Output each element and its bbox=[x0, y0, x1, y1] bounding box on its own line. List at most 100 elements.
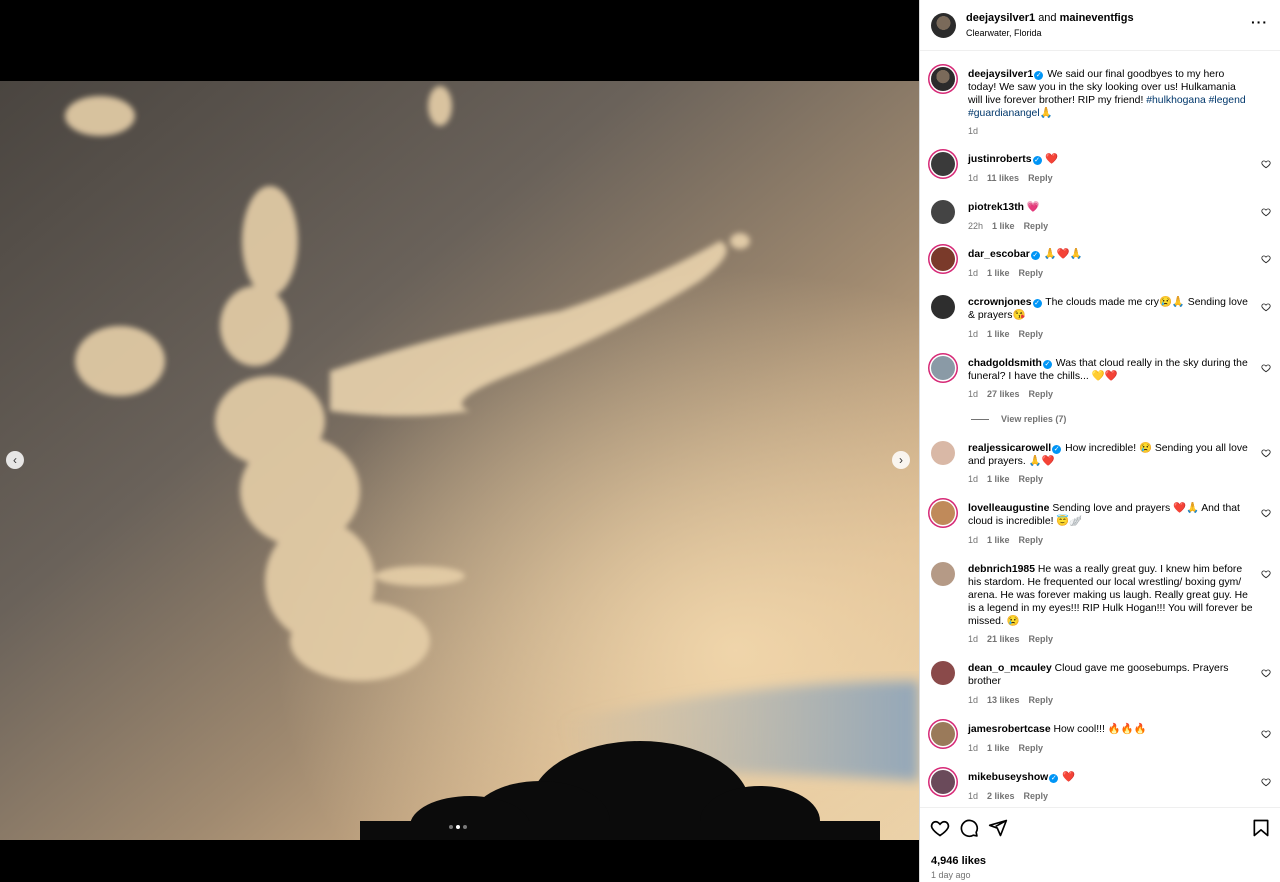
comment: dar_escobar ✓ 🙏❤️🙏 bbox=[968, 248, 1253, 261]
avatar[interactable] bbox=[931, 200, 955, 224]
hashtag-link[interactable]: #guardianangel bbox=[968, 108, 1040, 119]
comment-likes[interactable]: 1 like bbox=[987, 743, 1010, 753]
comment: justinroberts ✓ ❤️ bbox=[968, 153, 1253, 166]
comment-username[interactable]: ccrownjones bbox=[968, 297, 1032, 308]
bookmark-icon[interactable] bbox=[1251, 818, 1271, 838]
comment-username[interactable]: justinroberts bbox=[968, 154, 1032, 165]
comment-likes[interactable]: 1 like bbox=[992, 221, 1015, 231]
cloud-sky-image bbox=[0, 81, 919, 840]
heart-icon[interactable] bbox=[930, 818, 950, 838]
author-avatar[interactable] bbox=[931, 13, 956, 38]
comment-time: 1d bbox=[968, 329, 979, 339]
comment-username[interactable]: mikebuseyshow bbox=[968, 772, 1048, 783]
avatar[interactable] bbox=[931, 67, 955, 91]
reply-button[interactable]: Reply bbox=[1019, 474, 1044, 484]
author-username[interactable]: deejaysilver1 bbox=[966, 12, 1035, 24]
carousel-dot bbox=[449, 825, 453, 829]
comment: lovelleaugustine Sending love and prayer… bbox=[968, 502, 1253, 528]
comment-username[interactable]: debnrich1985 bbox=[968, 564, 1035, 575]
authors-joiner: and bbox=[1038, 12, 1057, 24]
caption-username[interactable]: deejaysilver1 bbox=[968, 69, 1033, 80]
avatar[interactable] bbox=[931, 661, 955, 685]
heart-icon[interactable] bbox=[1261, 777, 1271, 787]
avatar[interactable] bbox=[931, 770, 955, 794]
reply-button[interactable]: Reply bbox=[1019, 743, 1044, 753]
view-replies-button[interactable]: View replies (7) bbox=[968, 414, 1066, 424]
comment-username[interactable]: jamesrobertcase bbox=[968, 724, 1051, 735]
comment-likes[interactable]: 2 likes bbox=[987, 791, 1015, 801]
comment-username[interactable]: chadgoldsmith bbox=[968, 358, 1042, 369]
avatar[interactable] bbox=[931, 247, 955, 271]
comment-likes[interactable]: 27 likes bbox=[987, 389, 1020, 399]
coauthor-username[interactable]: maineventfigs bbox=[1060, 12, 1134, 24]
reply-button[interactable]: Reply bbox=[1019, 535, 1044, 545]
comment-username[interactable]: dean_o_mcauley bbox=[968, 663, 1052, 674]
comment-username[interactable]: dar_escobar bbox=[968, 249, 1030, 260]
heart-icon[interactable] bbox=[1261, 729, 1271, 739]
carousel-next-button[interactable]: › bbox=[892, 451, 910, 469]
comment: chadgoldsmith ✓ Was that cloud really in … bbox=[968, 357, 1253, 383]
comment-username[interactable]: lovelleaugustine bbox=[968, 503, 1049, 514]
more-options-button[interactable]: ··· bbox=[1251, 14, 1268, 30]
comment-time: 22h bbox=[968, 221, 984, 231]
heart-icon[interactable] bbox=[1261, 363, 1271, 373]
comment: jamesrobertcase How cool!!! 🔥🔥🔥 bbox=[968, 723, 1253, 736]
likes-count[interactable]: 4,946 likes bbox=[931, 855, 986, 867]
comment-time: 1d bbox=[968, 389, 979, 399]
carousel-prev-button[interactable]: ‹ bbox=[6, 451, 24, 469]
verified-badge-icon: ✓ bbox=[1034, 71, 1044, 80]
comment-time: 1d bbox=[968, 695, 979, 705]
heart-icon[interactable] bbox=[1261, 668, 1271, 678]
reply-button[interactable]: Reply bbox=[1024, 791, 1049, 801]
hashtag-link[interactable]: #hulkhogana bbox=[1146, 95, 1206, 106]
comment-likes[interactable]: 1 like bbox=[987, 268, 1010, 278]
comment-likes[interactable]: 1 like bbox=[987, 474, 1010, 484]
comment-meta: 1d 13 likes Reply bbox=[968, 695, 1062, 705]
comment-likes[interactable]: 1 like bbox=[987, 329, 1010, 339]
avatar[interactable] bbox=[931, 295, 955, 319]
reply-button[interactable]: Reply bbox=[1028, 173, 1053, 183]
comment-meta: 1d 1 like Reply bbox=[968, 474, 1052, 484]
comment-meta: 1d 27 likes Reply bbox=[968, 389, 1062, 399]
avatar[interactable] bbox=[931, 356, 955, 380]
post-location[interactable]: Clearwater, Florida bbox=[966, 28, 1042, 38]
heart-icon[interactable] bbox=[1261, 302, 1271, 312]
comment-text: 🙏❤️🙏 bbox=[1043, 249, 1083, 260]
send-icon[interactable] bbox=[988, 818, 1008, 838]
comment-meta: 1d 1 like Reply bbox=[968, 535, 1052, 545]
post-timestamp: 1 day ago bbox=[931, 870, 971, 880]
comment-likes[interactable]: 13 likes bbox=[987, 695, 1020, 705]
reply-button[interactable]: Reply bbox=[1029, 695, 1054, 705]
comment-likes[interactable]: 1 like bbox=[987, 535, 1010, 545]
caption: deejaysilver1 ✓ We said our final goodbye… bbox=[968, 68, 1253, 120]
reply-button[interactable]: Reply bbox=[1029, 634, 1054, 644]
comment-icon[interactable] bbox=[959, 818, 979, 838]
heart-icon[interactable] bbox=[1261, 207, 1271, 217]
comment-likes[interactable]: 11 likes bbox=[987, 173, 1019, 183]
comment-meta: 1d 11 likes Reply bbox=[968, 173, 1062, 183]
hashtag-link[interactable]: #legend bbox=[1209, 95, 1246, 106]
comment-likes[interactable]: 21 likes bbox=[987, 634, 1020, 644]
reply-button[interactable]: Reply bbox=[1019, 329, 1044, 339]
heart-icon[interactable] bbox=[1261, 448, 1271, 458]
verified-badge-icon: ✓ bbox=[1042, 360, 1052, 369]
comments-list[interactable]: deejaysilver1 ✓ We said our final goodbye… bbox=[920, 52, 1280, 807]
avatar[interactable] bbox=[931, 722, 955, 746]
avatar[interactable] bbox=[931, 501, 955, 525]
comment-username[interactable]: piotrek13th bbox=[968, 202, 1024, 213]
comment-username[interactable]: realjessicarowell bbox=[968, 443, 1051, 454]
post-header: deejaysilver1 and maineventfigs Clearwat… bbox=[920, 0, 1280, 51]
heart-icon[interactable] bbox=[1261, 159, 1271, 169]
heart-icon[interactable] bbox=[1261, 254, 1271, 264]
heart-icon[interactable] bbox=[1261, 508, 1271, 518]
comment-meta: 1d 1 like Reply bbox=[968, 743, 1052, 753]
reply-button[interactable]: Reply bbox=[1019, 268, 1044, 278]
avatar[interactable] bbox=[931, 152, 955, 176]
avatar[interactable] bbox=[931, 562, 955, 586]
reply-button[interactable]: Reply bbox=[1029, 389, 1054, 399]
avatar[interactable] bbox=[931, 441, 955, 465]
comment-meta: 1d 1 like Reply bbox=[968, 268, 1052, 278]
heart-icon[interactable] bbox=[1261, 569, 1271, 579]
verified-badge-icon: ✓ bbox=[1030, 251, 1040, 260]
reply-button[interactable]: Reply bbox=[1024, 221, 1049, 231]
